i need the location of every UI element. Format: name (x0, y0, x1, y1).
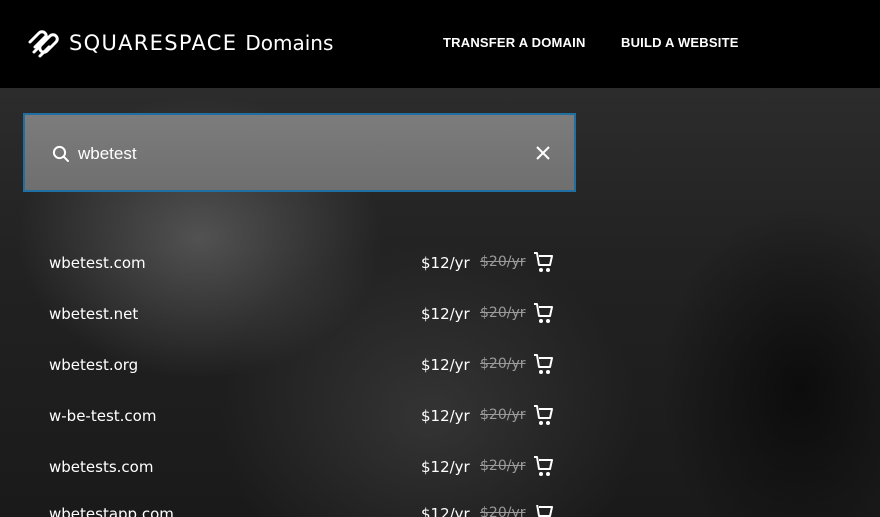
add-to-cart-button[interactable] (532, 351, 554, 382)
cart-icon (534, 354, 553, 374)
domain-result-row[interactable]: w-be-test.com $12/yr $20/yr (0, 405, 600, 458)
nav-transfer-domain[interactable]: TRANSFER A DOMAIN (443, 35, 586, 50)
domain-price: $12/yr (421, 356, 470, 374)
search-icon (52, 145, 70, 168)
close-icon (536, 146, 550, 160)
domain-price: $12/yr (421, 505, 470, 517)
nav-build-website[interactable]: BUILD A WEBSITE (621, 35, 739, 50)
brand-subtitle: Domains (245, 31, 334, 55)
domain-price: $12/yr (421, 305, 470, 323)
cart-icon (534, 456, 553, 476)
domain-name[interactable]: wbetest.com (49, 254, 146, 272)
top-header: SQUARESPACE Domains TRANSFER A DOMAIN BU… (0, 0, 880, 88)
add-to-cart-button[interactable] (532, 505, 554, 517)
domain-old-price: $20/yr (480, 305, 526, 321)
brand-name: SQUARESPACE (69, 31, 238, 55)
cart-icon (534, 303, 553, 323)
domain-price: $12/yr (421, 407, 470, 425)
domain-search-input[interactable] (78, 141, 498, 167)
domain-name[interactable]: wbetest.net (49, 305, 138, 323)
domain-name[interactable]: wbetest.org (49, 356, 138, 374)
domain-result-row[interactable]: wbetest.com $12/yr $20/yr (0, 252, 600, 305)
domain-old-price: $20/yr (480, 407, 526, 423)
domain-old-price: $20/yr (480, 505, 526, 517)
domain-result-row[interactable]: wbetests.com $12/yr $20/yr (0, 456, 600, 509)
domain-name[interactable]: w-be-test.com (49, 407, 156, 425)
clear-search-button[interactable] (535, 145, 551, 166)
add-to-cart-button[interactable] (532, 453, 554, 484)
cart-icon (534, 252, 553, 272)
domain-price: $12/yr (421, 254, 470, 272)
squarespace-logo-icon (28, 30, 59, 58)
domain-result-row[interactable]: wbetest.org $12/yr $20/yr (0, 354, 600, 407)
domain-old-price: $20/yr (480, 254, 526, 270)
domain-result-row[interactable]: wbetest.net $12/yr $20/yr (0, 303, 600, 356)
domain-old-price: $20/yr (480, 458, 526, 474)
domain-price: $12/yr (421, 458, 470, 476)
brand-logo[interactable]: SQUARESPACE Domains (26, 27, 333, 59)
add-to-cart-button[interactable] (532, 249, 554, 280)
domain-search-box[interactable] (23, 113, 576, 192)
add-to-cart-button[interactable] (532, 402, 554, 433)
domain-name[interactable]: wbetests.com (49, 458, 153, 476)
cart-icon (534, 505, 553, 517)
domain-result-row[interactable]: wbetestapp.com $12/yr $20/yr (0, 505, 600, 517)
domain-old-price: $20/yr (480, 356, 526, 372)
cart-icon (534, 405, 553, 425)
domain-name[interactable]: wbetestapp.com (49, 505, 174, 517)
add-to-cart-button[interactable] (532, 300, 554, 331)
